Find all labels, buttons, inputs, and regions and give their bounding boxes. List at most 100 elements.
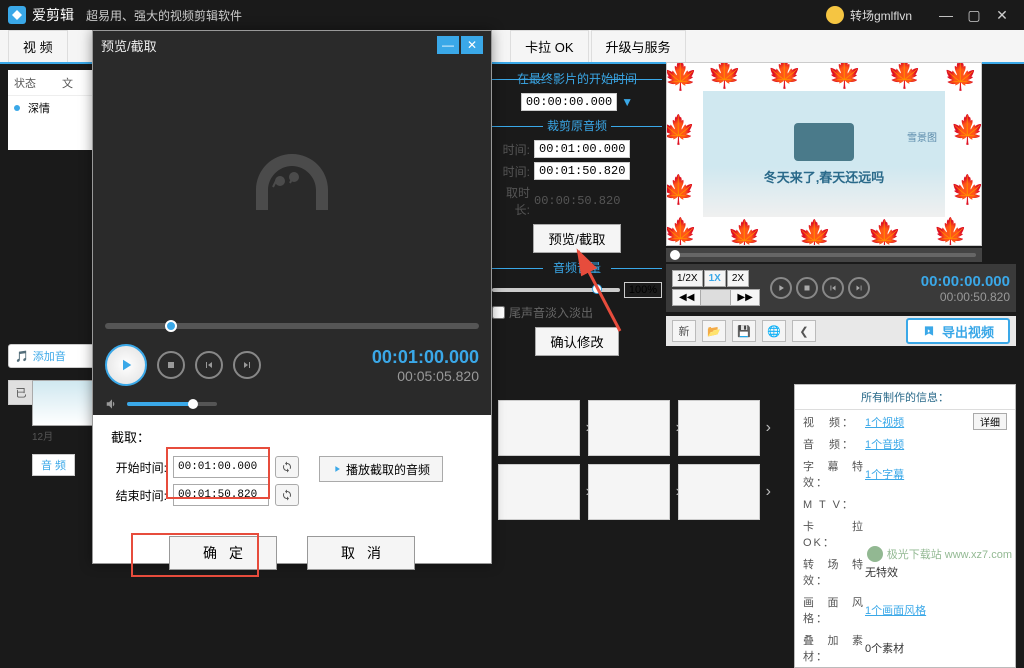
info-video-link[interactable]: 1个视频 — [865, 417, 904, 429]
seek-thumb[interactable] — [165, 320, 177, 332]
wooden-sign-icon — [794, 123, 854, 161]
col-state: 状态 — [8, 75, 36, 91]
production-info-panel: 所有制作的信息： 视 频：1个视频详细 音 频：1个音频 字幕特效：1个字幕 M… — [794, 384, 1016, 668]
g2-duration: 00:00:50.820 — [534, 194, 620, 208]
timeline-slots: › › › › › › — [498, 400, 788, 530]
frame-nav: ◀◀ ▶▶ — [672, 289, 760, 306]
clip-section: 截取： 开始时间: 结束时间: 播放截取的音频 确定 — [93, 415, 491, 582]
start-refresh-button[interactable] — [275, 456, 299, 478]
cancel-button[interactable]: 取消 — [307, 536, 415, 570]
playback-controls: 00:01:00.000 00:05:05.820 — [93, 337, 491, 393]
speed-buttons: 1/2X 1X 2X — [672, 270, 760, 287]
col-file: 文 — [56, 75, 73, 91]
status-dot-icon — [14, 105, 20, 111]
play-button[interactable] — [105, 344, 147, 386]
timeline-slot[interactable]: › — [588, 464, 670, 520]
tab-karaoke[interactable]: 卡拉 OK — [510, 30, 588, 62]
end-time-input[interactable] — [173, 484, 269, 506]
video-content: 冬天来了,春天还远吗 — [703, 91, 945, 217]
start-time-label: 开始时间: — [111, 459, 167, 476]
list-item[interactable]: 深情 — [8, 96, 100, 120]
preview-clip-button[interactable]: 预览/截取 — [533, 224, 620, 253]
minimize-button[interactable]: — — [932, 5, 960, 25]
volume-slider[interactable] — [127, 402, 217, 406]
toolbar-net-icon[interactable]: 🌐 — [762, 320, 786, 342]
toolbar-open-icon[interactable]: 📂 — [702, 320, 726, 342]
vid-next-button[interactable] — [848, 277, 870, 299]
ok-button[interactable]: 确定 — [169, 536, 277, 570]
app-slogan: 超易用、强大的视频剪辑软件 — [86, 7, 242, 24]
g2-end[interactable]: 00:01:50.820 — [534, 162, 630, 180]
frame-next[interactable]: ▶▶ — [731, 290, 758, 305]
g1-time[interactable]: 00:00:00.000 — [521, 93, 617, 111]
info-audio-link[interactable]: 1个音频 — [865, 439, 904, 451]
frame-prev[interactable]: ◀◀ — [673, 290, 701, 305]
vid-total-time: 00:00:50.820 — [921, 290, 1010, 304]
tab-upgrade[interactable]: 升级与服务 — [591, 30, 686, 62]
chevron-right-icon: › — [766, 419, 771, 437]
user-info[interactable]: 转场gmlflvn — [826, 6, 912, 24]
app-name: 爱剪辑 — [32, 5, 74, 25]
timeline-slot[interactable]: › — [588, 400, 670, 456]
export-video-button[interactable]: 导出视频 — [906, 318, 1010, 344]
timeline-slot[interactable]: › — [678, 464, 760, 520]
vid-stop-button[interactable] — [796, 277, 818, 299]
left-list: 状态 文 深情 — [8, 70, 100, 150]
modal-titlebar: 预览/截取 — ✕ — [93, 31, 491, 59]
modal-close-button[interactable]: ✕ — [461, 36, 483, 54]
confirm-change-button[interactable]: 确认修改 — [535, 327, 618, 356]
timeline-slot[interactable]: › — [498, 400, 580, 456]
titlebar: 爱剪辑 超易用、强大的视频剪辑软件 转场gmlflvn — ▢ ✕ — [0, 0, 1024, 30]
audio-tab[interactable]: 音 频 — [32, 454, 75, 476]
vid-current-time: 00:00:00.000 — [921, 273, 1010, 290]
clip-header: 截取： — [111, 427, 473, 446]
g2-start[interactable]: 00:01:00.000 — [534, 140, 630, 158]
speed-2x[interactable]: 2X — [727, 270, 749, 287]
video-seek-bar[interactable] — [666, 248, 982, 262]
toolbar-share-icon[interactable]: ❮ — [792, 320, 816, 342]
vid-play-button[interactable] — [770, 277, 792, 299]
timeline-slot[interactable]: › — [498, 464, 580, 520]
video-caption2: 雪景图 — [907, 129, 937, 144]
group3-title: 音频音量 — [492, 259, 662, 276]
video-controls: 1/2X 1X 2X ◀◀ ▶▶ 00:00:00.000 00:00:50.8… — [666, 264, 1016, 312]
info-sub-link[interactable]: 1个字幕 — [865, 469, 904, 481]
username: 转场gmlflvn — [850, 7, 912, 24]
toolbar-new[interactable]: 新 — [672, 320, 696, 342]
detail-button[interactable]: 详细 — [973, 413, 1007, 430]
current-time: 00:01:00.000 — [372, 347, 479, 368]
end-time-label: 结束时间: — [111, 487, 167, 504]
time-display: 00:01:00.000 00:05:05.820 — [372, 347, 479, 384]
close-button[interactable]: ✕ — [988, 5, 1016, 25]
volume-percent: 100% — [624, 282, 662, 298]
audio-preview-area — [93, 59, 491, 319]
end-refresh-button[interactable] — [275, 484, 299, 506]
tab-video[interactable]: 视 频 — [8, 30, 68, 62]
stop-button[interactable] — [157, 351, 185, 379]
info-style-link[interactable]: 1个画面风格 — [865, 605, 926, 617]
frame-scrub[interactable] — [701, 290, 731, 305]
fade-checkbox[interactable]: 尾声音淡入淡出 — [492, 304, 662, 321]
seek-bar[interactable] — [105, 323, 479, 329]
video-preview-panel: 冬天来了,春天还远吗 雪景图 🍁🍁🍁🍁🍁🍁 🍁🍁 🍁🍁 🍁🍁🍁🍁🍁 1/2X 1… — [666, 62, 1016, 346]
vid-prev-button[interactable] — [822, 277, 844, 299]
modal-minimize-button[interactable]: — — [437, 36, 459, 54]
preview-clip-modal: 预览/截取 — ✕ 00:01:00.000 00:05:05.820 截取： … — [92, 30, 492, 564]
volume-slider-main[interactable] — [492, 288, 620, 292]
thumbnail-label: 12月 — [32, 428, 98, 443]
headphone-icon — [242, 139, 342, 239]
start-time-input[interactable] — [173, 456, 269, 478]
timeline-slot[interactable]: › — [678, 400, 760, 456]
speed-1x[interactable]: 1X — [704, 270, 726, 287]
next-button[interactable] — [233, 351, 261, 379]
watermark-icon — [867, 546, 883, 562]
toolbar-save-icon[interactable]: 💾 — [732, 320, 756, 342]
video-caption: 冬天来了,春天还远吗 — [764, 167, 885, 186]
prev-button[interactable] — [195, 351, 223, 379]
play-clip-button[interactable]: 播放截取的音频 — [319, 456, 443, 482]
chevron-right-icon: › — [766, 483, 771, 501]
video-toolbar: 新 📂 💾 🌐 ❮ 导出视频 — [666, 316, 1016, 346]
speed-half[interactable]: 1/2X — [672, 270, 703, 287]
clip-thumbnail[interactable]: 12月 — [32, 380, 98, 443]
maximize-button[interactable]: ▢ — [960, 5, 988, 25]
